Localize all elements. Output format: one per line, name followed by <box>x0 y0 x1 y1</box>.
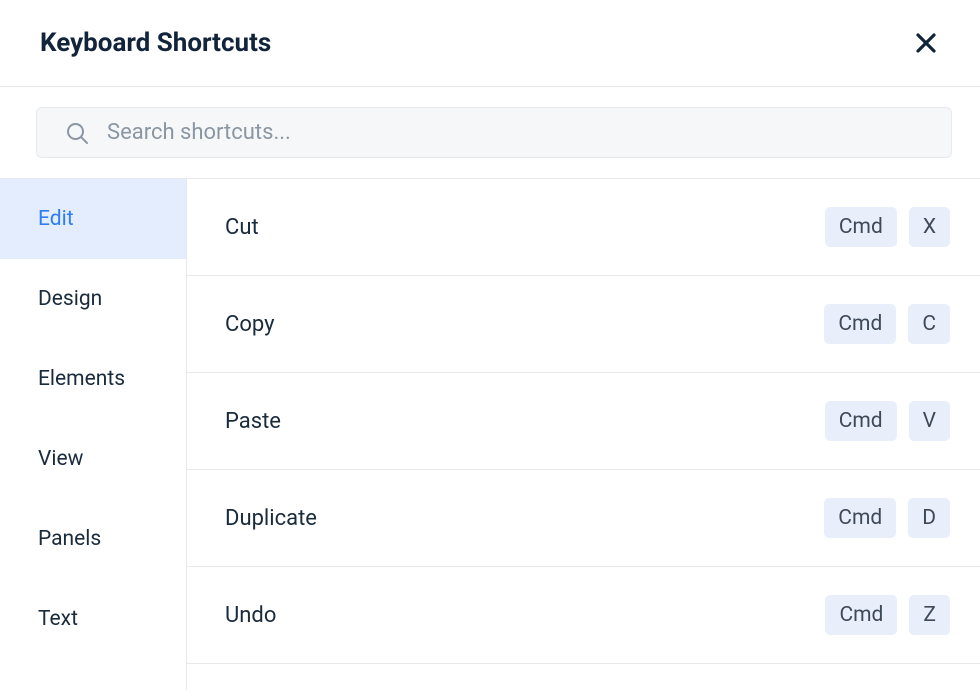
key-badge: V <box>909 401 950 441</box>
close-icon[interactable] <box>912 29 940 57</box>
key-badge: X <box>909 207 950 247</box>
sidebar-item-label: Panels <box>38 527 101 551</box>
key-badge: Z <box>909 595 950 635</box>
shortcut-label: Paste <box>225 409 281 434</box>
key-badge: Cmd <box>825 595 897 635</box>
shortcut-keys: Cmd V <box>825 401 950 441</box>
key-badge: Cmd <box>825 207 897 247</box>
dialog-body: Edit Design Elements View Panels Text Cu… <box>0 178 980 690</box>
key-badge: Cmd <box>824 498 896 538</box>
dialog-title: Keyboard Shortcuts <box>40 28 271 58</box>
shortcut-keys: Cmd Z <box>825 595 950 635</box>
sidebar-item-view[interactable]: View <box>0 419 186 499</box>
sidebar-item-design[interactable]: Design <box>0 259 186 339</box>
sidebar-item-label: Design <box>38 287 102 311</box>
shortcut-keys: Cmd D <box>824 498 950 538</box>
dialog-header: Keyboard Shortcuts <box>0 0 980 86</box>
sidebar-item-label: Edit <box>38 207 74 231</box>
search-input[interactable] <box>107 120 935 145</box>
key-badge: Cmd <box>824 304 896 344</box>
shortcut-keys: Cmd X <box>825 207 950 247</box>
sidebar-item-elements[interactable]: Elements <box>0 339 186 419</box>
shortcut-row: Undo Cmd Z <box>187 567 980 664</box>
sidebar-item-label: Text <box>38 607 78 631</box>
shortcut-row: Cut Cmd X <box>187 179 980 276</box>
search-box[interactable] <box>36 107 952 158</box>
sidebar-item-label: View <box>38 447 83 471</box>
search-container <box>0 87 980 178</box>
sidebar-item-edit[interactable]: Edit <box>0 179 186 259</box>
search-icon <box>65 121 89 145</box>
sidebar-item-text[interactable]: Text <box>0 579 186 659</box>
key-badge: D <box>908 498 950 538</box>
shortcut-row: Duplicate Cmd D <box>187 470 980 567</box>
shortcut-label: Undo <box>225 603 276 628</box>
shortcut-row: Paste Cmd V <box>187 373 980 470</box>
shortcut-row: Copy Cmd C <box>187 276 980 373</box>
shortcut-label: Cut <box>225 215 259 240</box>
sidebar-item-label: Elements <box>38 367 125 391</box>
key-badge: Cmd <box>825 401 897 441</box>
shortcut-label: Duplicate <box>225 506 317 531</box>
shortcut-keys: Cmd C <box>824 304 950 344</box>
shortcut-list: Cut Cmd X Copy Cmd C Paste Cmd V Duplica… <box>186 179 980 690</box>
shortcut-label: Copy <box>225 312 275 337</box>
key-badge: C <box>908 304 950 344</box>
sidebar-item-panels[interactable]: Panels <box>0 499 186 579</box>
sidebar: Edit Design Elements View Panels Text <box>0 179 186 690</box>
